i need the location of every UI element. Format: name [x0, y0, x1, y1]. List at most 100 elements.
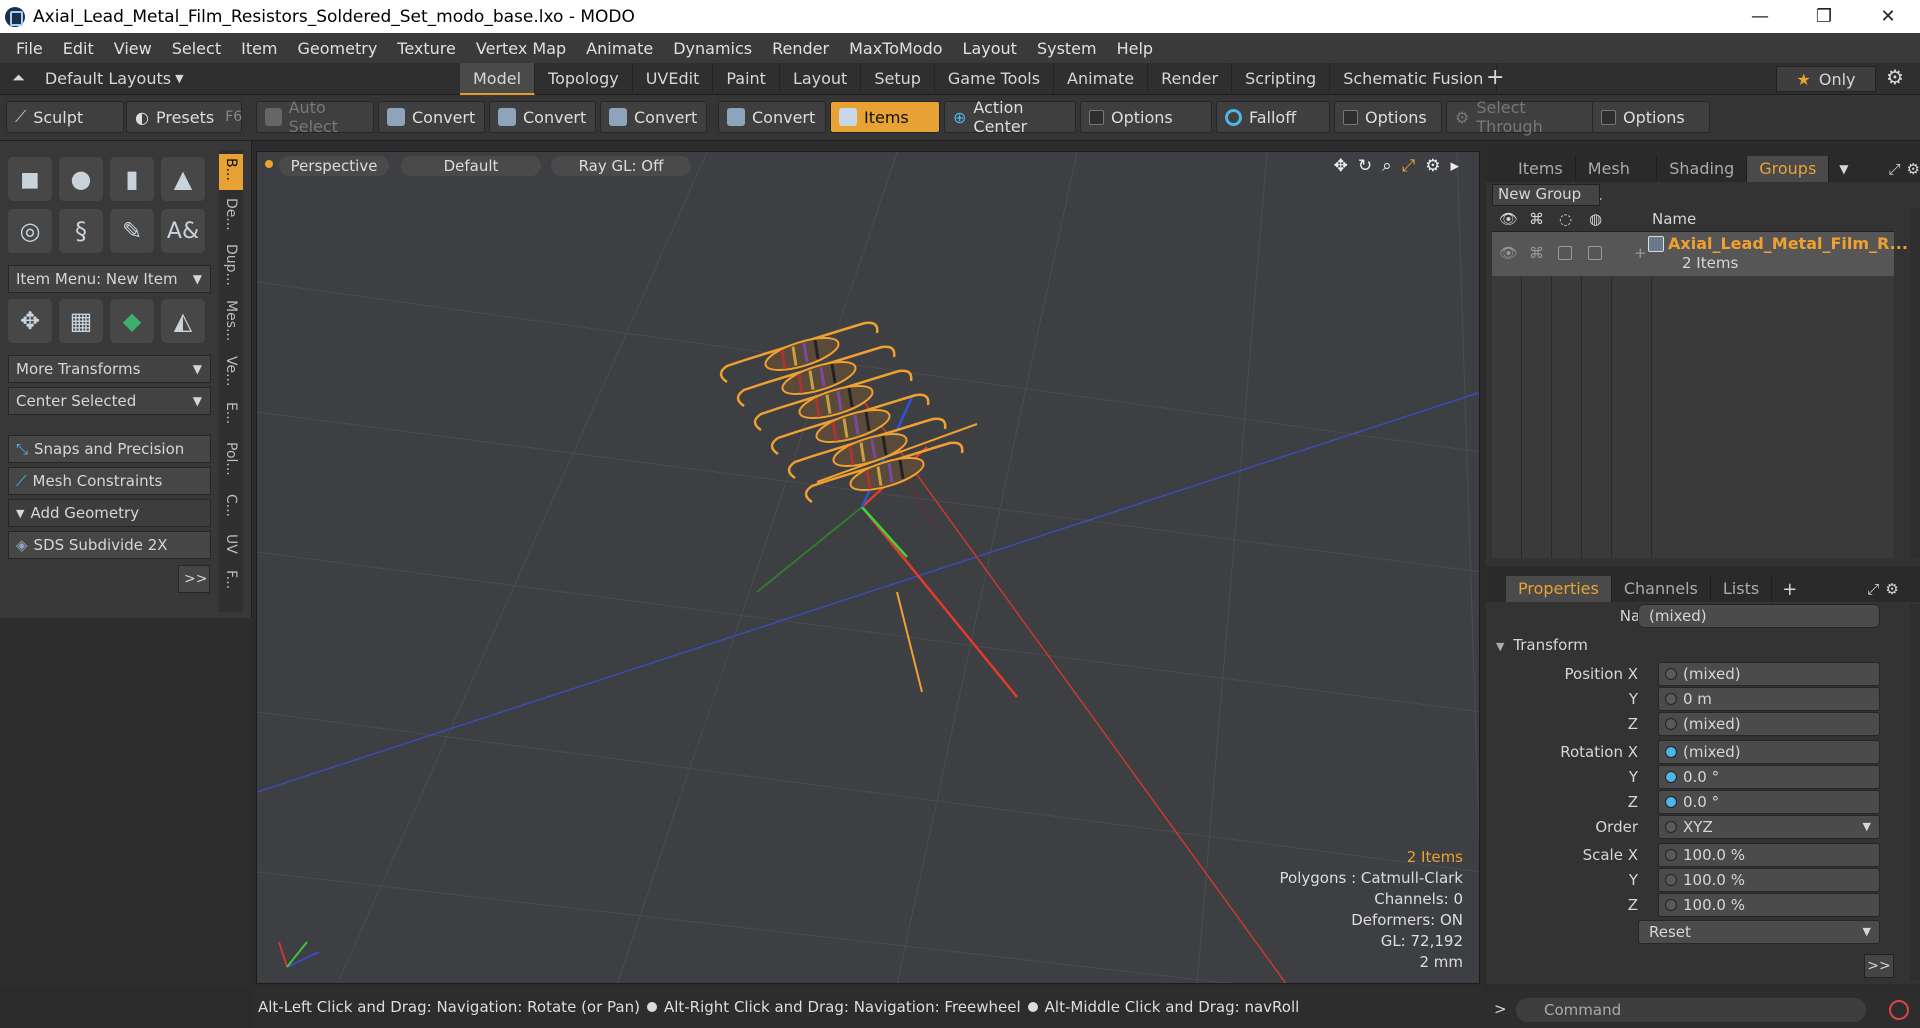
radio-icon[interactable]	[1665, 899, 1677, 911]
radio-icon[interactable]	[1665, 849, 1677, 861]
select-toggle-icon[interactable]	[1588, 246, 1602, 260]
view-mode-button[interactable]: Perspective	[279, 156, 389, 176]
pen-tool-icon[interactable]: ✎	[110, 209, 154, 253]
3d-viewport[interactable]: Perspective Default Ray GL: Off ✥ ↻ ⌕ ⤢ …	[256, 151, 1480, 984]
add-tab-plus-icon[interactable]: +	[1486, 65, 1504, 90]
sds-subdivide-button[interactable]: ◈ SDS Subdivide 2X	[8, 531, 211, 559]
convert-button-2[interactable]: Convert	[489, 101, 596, 133]
tab-paint[interactable]: Paint	[713, 63, 780, 95]
vtab-fusion[interactable]: F...	[219, 566, 243, 606]
viewport-expand-icon[interactable]: ▸	[1450, 156, 1459, 176]
tab-scripting[interactable]: Scripting	[1232, 63, 1331, 95]
sphere-primitive-icon[interactable]: ●	[59, 157, 103, 201]
options-button-2[interactable]: Options	[1334, 101, 1442, 133]
vtab-deform[interactable]: De...	[219, 194, 243, 236]
name-field[interactable]: (mixed)	[1638, 604, 1880, 628]
tab-channels[interactable]: Channels	[1612, 576, 1711, 602]
pan-icon[interactable]: ✥	[1334, 156, 1348, 176]
raygl-button[interactable]: Ray GL: Off	[551, 156, 691, 176]
transform-tool-icon[interactable]: ✥	[8, 299, 52, 343]
menu-edit[interactable]: Edit	[53, 39, 104, 58]
tab-model[interactable]: Model	[460, 63, 536, 95]
menu-dynamics[interactable]: Dynamics	[663, 39, 762, 58]
tab-layout[interactable]: Layout	[780, 63, 862, 95]
convert-button-1[interactable]: Convert	[378, 101, 485, 133]
menu-view[interactable]: View	[104, 39, 162, 58]
tab-lists[interactable]: Lists	[1711, 576, 1773, 602]
tube-primitive-icon[interactable]: §	[59, 209, 103, 253]
menu-vertex-map[interactable]: Vertex Map	[466, 39, 576, 58]
radio-icon[interactable]	[1665, 874, 1677, 886]
lock-toggle-icon[interactable]	[1558, 246, 1572, 260]
vtab-polygon[interactable]: Pol...	[219, 438, 243, 484]
mesh-constraints-button[interactable]: ⟋ Mesh Constraints	[8, 467, 211, 495]
tab-shading[interactable]: Shading	[1657, 156, 1748, 182]
panel-expand-icon[interactable]: ⤢	[1889, 160, 1901, 178]
groups-scrollbar[interactable]	[1910, 208, 1920, 558]
vtab-basic[interactable]: B...	[219, 154, 243, 190]
default-layouts-dropdown[interactable]: ⏶ Default Layouts ▼	[12, 68, 184, 88]
text-tool-icon[interactable]: A&	[161, 209, 205, 253]
vtab-vertex[interactable]: Ve...	[219, 352, 243, 392]
more-transforms-dropdown[interactable]: More Transforms ▼	[8, 355, 211, 383]
order-dropdown[interactable]: XYZ ▼	[1658, 815, 1880, 839]
menu-file[interactable]: File	[6, 39, 53, 58]
panel-gear-icon[interactable]: ⚙	[1885, 580, 1898, 598]
properties-more-button[interactable]: >>	[1864, 954, 1894, 978]
gizmo-y[interactable]	[861, 506, 908, 558]
action-center-button[interactable]: ⊕ Action Center	[944, 98, 1076, 136]
presets-button[interactable]: ◐ Presets F6	[126, 101, 242, 133]
menu-item[interactable]: Item	[231, 39, 287, 58]
convert-button-3[interactable]: Convert	[600, 101, 707, 133]
position-z-field[interactable]: (mixed)	[1658, 712, 1880, 736]
tab-topology[interactable]: Topology	[535, 63, 633, 95]
auto-select-button[interactable]: Auto Select	[256, 98, 374, 136]
group-name[interactable]: Axial_Lead_Metal_Film_R...	[1668, 234, 1908, 253]
torus-primitive-icon[interactable]: ◎	[8, 209, 52, 253]
sculpt-button[interactable]: ⟋ Sculpt	[6, 101, 124, 133]
tab-animate[interactable]: Animate	[1054, 63, 1149, 95]
tab-render[interactable]: Render	[1148, 63, 1233, 95]
radio-icon[interactable]	[1665, 746, 1677, 758]
eye-icon[interactable]: 👁	[1499, 244, 1518, 262]
mesh-plane-icon[interactable]: ◭	[161, 299, 205, 343]
rotation-x-field[interactable]: (mixed)	[1658, 740, 1880, 764]
panel-expand-icon[interactable]: ⤢	[1867, 580, 1879, 598]
fit-icon[interactable]: ⤢	[1402, 156, 1416, 176]
options-button-3[interactable]: Options	[1592, 101, 1710, 133]
grid-plane-icon[interactable]: ▦	[59, 299, 103, 343]
menu-animate[interactable]: Animate	[576, 39, 663, 58]
radio-icon[interactable]	[1665, 821, 1677, 833]
shading-mode-button[interactable]: Default	[401, 156, 541, 176]
tab-items[interactable]: Items	[1506, 156, 1576, 182]
menu-maxtomodo[interactable]: MaxToModo	[839, 39, 952, 58]
vtab-duplicate[interactable]: Dup...	[219, 240, 243, 290]
new-group-button[interactable]: New Group	[1492, 184, 1600, 206]
cone-primitive-icon[interactable]: ▲	[161, 157, 205, 201]
only-button[interactable]: ★ Only	[1776, 66, 1876, 92]
add-tab-plus-icon[interactable]: +	[1782, 579, 1797, 600]
expand-more-button[interactable]: >>	[178, 565, 210, 593]
viewport-gear-icon[interactable]: ⚙	[1425, 156, 1440, 176]
item-menu-dropdown[interactable]: Item Menu: New Item ▼	[8, 265, 211, 293]
tab-properties[interactable]: Properties	[1506, 576, 1612, 602]
vtab-uv[interactable]: UV	[219, 530, 243, 560]
options-button-1[interactable]: Options	[1080, 101, 1212, 133]
stop-icon[interactable]	[1889, 1000, 1909, 1020]
radio-icon[interactable]	[1665, 668, 1677, 680]
snaps-precision-button[interactable]: ⤡ Snaps and Precision	[8, 435, 211, 463]
rotate-icon[interactable]: ↻	[1358, 156, 1372, 176]
position-x-field[interactable]: (mixed)	[1658, 662, 1880, 686]
vtab-edge[interactable]: E...	[219, 398, 243, 432]
chevron-down-icon[interactable]: ▼	[1839, 162, 1848, 176]
gear-icon[interactable]: ⚙	[1886, 65, 1904, 89]
convert-button-4[interactable]: Convert	[718, 101, 826, 133]
rotation-y-field[interactable]: 0.0 °	[1658, 765, 1880, 789]
scale-x-field[interactable]: 100.0 %	[1658, 843, 1880, 867]
panel-gear-icon[interactable]: ⚙	[1907, 160, 1920, 178]
close-button[interactable]: ✕	[1856, 0, 1920, 33]
mesh-cube-icon[interactable]: ◆	[110, 299, 154, 343]
cube-primitive-icon[interactable]: ◼	[8, 157, 52, 201]
select-through-button[interactable]: ⚙ Select Through	[1446, 98, 1594, 136]
tab-game-tools[interactable]: Game Tools	[935, 63, 1055, 95]
